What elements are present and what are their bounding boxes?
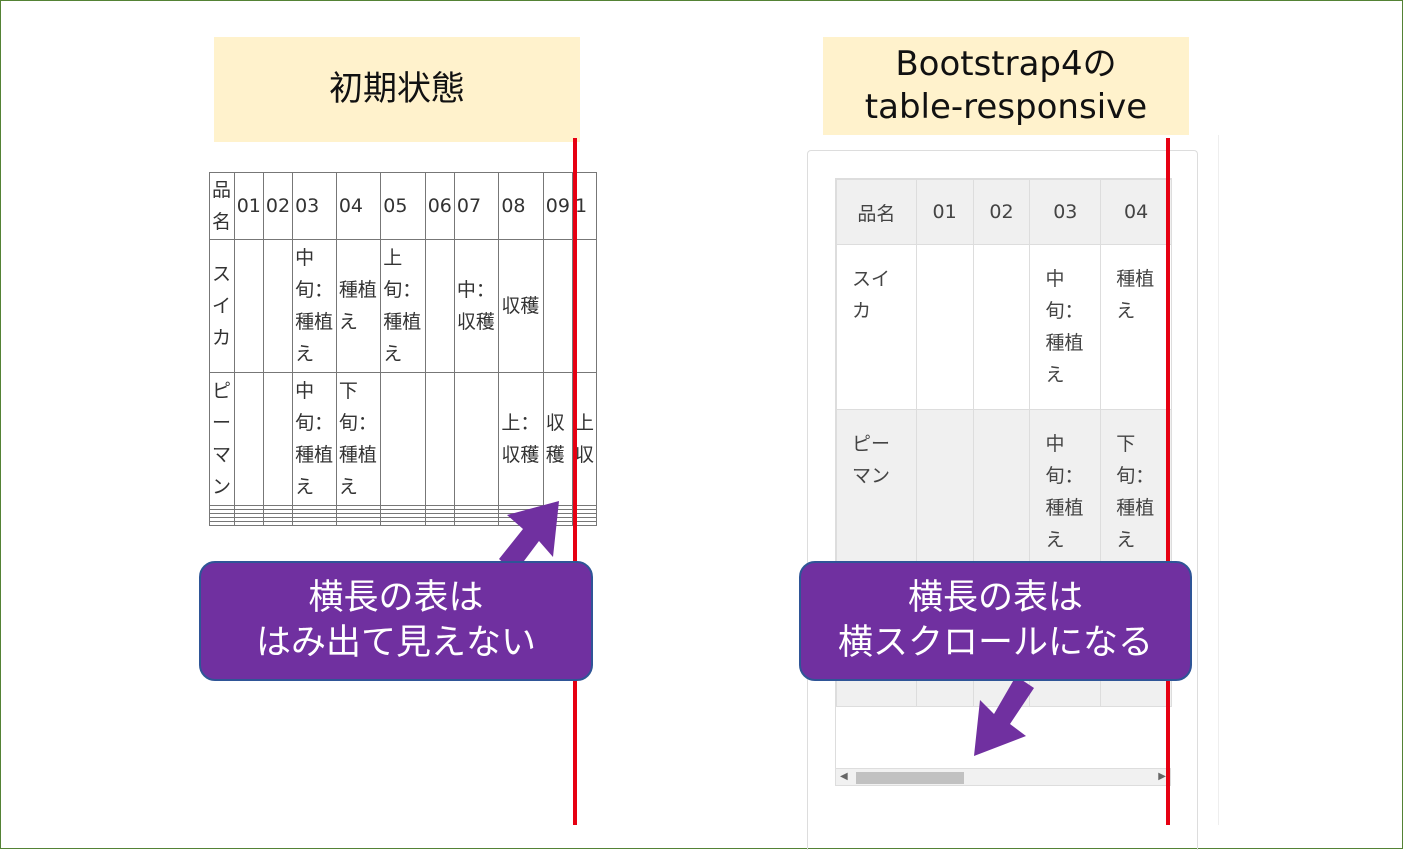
raw-cell: 上：収穫 — [498, 372, 544, 506]
bs-header-cell: 03 — [1029, 179, 1102, 245]
raw-cell: 収穫 — [542, 372, 573, 506]
card-edge — [1218, 135, 1219, 825]
bs-cell — [915, 409, 974, 575]
raw-cell: 中旬：種植え — [292, 239, 337, 373]
left-title-text: 初期状態 — [329, 69, 465, 109]
bs-cell: 中旬：種植え — [1029, 244, 1102, 410]
raw-cell: 種植え — [335, 239, 382, 373]
right-callout-line1: 横長の表は — [907, 578, 1083, 618]
bs-cell: 中旬：種植え — [1029, 409, 1102, 575]
bs-table-row: ピーマン 中旬：種植え 下旬：種植え — [836, 409, 1172, 575]
left-callout-line2: はみ出て見えない — [255, 623, 536, 663]
raw-header-cell: 07 — [453, 172, 500, 240]
bs-cell — [915, 244, 974, 410]
right-callout-line2: 横スクロールになる — [837, 623, 1153, 663]
triangle-right-icon[interactable]: ▶ — [1158, 772, 1166, 782]
bs-cell: 種植え — [1100, 244, 1172, 410]
bs-cell: スイカ — [836, 244, 917, 410]
right-viewport-edge-line — [1166, 138, 1170, 825]
raw-cell — [424, 239, 455, 373]
raw-table-row: ピーマン 中旬：種植え 下旬：種植え 上：収穫 収穫 上収 — [209, 372, 597, 506]
raw-cell — [542, 239, 573, 373]
raw-cell — [380, 372, 426, 506]
raw-header-row: 品名 01 02 03 04 05 06 07 08 09 1 — [209, 172, 597, 240]
bs-header-row: 品名 01 02 03 04 — [836, 179, 1172, 245]
raw-cell — [424, 372, 455, 506]
raw-header-cell: 08 — [498, 172, 544, 240]
left-panel-title: 初期状態 — [214, 37, 580, 142]
raw-cell: 下旬：種植え — [335, 372, 382, 506]
raw-table: 品名 01 02 03 04 05 06 07 08 09 1 スイカ 中旬：種… — [209, 172, 597, 526]
right-title-line2: table-responsive — [864, 87, 1148, 127]
raw-header-cell: 09 — [542, 172, 573, 240]
raw-cell — [233, 239, 264, 373]
raw-header-cell: 05 — [380, 172, 426, 240]
raw-cell — [262, 372, 294, 506]
left-viewport-edge-line — [573, 138, 577, 825]
horizontal-scrollbar[interactable]: ◀ ▶ — [835, 768, 1171, 786]
raw-cell: 中：収穫 — [453, 239, 500, 373]
raw-header-cell: 02 — [262, 172, 294, 240]
right-title-line1: Bootstrap4の — [895, 44, 1117, 84]
bs-header-cell: 04 — [1100, 179, 1172, 245]
raw-cell — [233, 372, 264, 506]
raw-cell: スイカ — [209, 239, 235, 373]
triangle-left-icon[interactable]: ◀ — [840, 772, 848, 782]
bs-header-cell: 品名 — [836, 179, 917, 245]
bs-table-row: スイカ 中旬：種植え 種植え — [836, 244, 1172, 410]
raw-cell — [453, 372, 500, 506]
bs-cell — [972, 409, 1031, 575]
bs-cell: 下旬：種植え — [1100, 409, 1172, 575]
raw-cell: 上旬：種植え — [380, 239, 426, 373]
bs-header-cell: 02 — [972, 179, 1031, 245]
right-panel-title: Bootstrap4の table-responsive — [823, 37, 1189, 135]
raw-cell — [262, 239, 294, 373]
bs-cell — [972, 244, 1031, 410]
left-callout: 横長の表は はみ出て見えない — [199, 561, 593, 681]
raw-header-cell: 品名 — [209, 172, 235, 240]
raw-cell: 収穫 — [498, 239, 544, 373]
raw-header-cell: 01 — [233, 172, 264, 240]
bs-cell: ピーマン — [836, 409, 917, 575]
raw-header-cell: 03 — [292, 172, 337, 240]
arrow-down-left-icon — [974, 676, 1034, 756]
left-callout-line1: 横長の表は — [308, 578, 484, 618]
scrollbar-thumb[interactable] — [856, 772, 964, 784]
bs-header-cell: 01 — [915, 179, 974, 245]
raw-cell: ピーマン — [209, 372, 235, 506]
right-callout: 横長の表は 横スクロールになる — [799, 561, 1192, 681]
raw-cell: 中旬：種植え — [292, 372, 337, 506]
raw-table-row: スイカ 中旬：種植え 種植え 上旬：種植え 中：収穫 収穫 — [209, 239, 597, 373]
raw-header-cell: 06 — [424, 172, 455, 240]
raw-table-viewport: 品名 01 02 03 04 05 06 07 08 09 1 スイカ 中旬：種… — [209, 172, 597, 538]
raw-header-cell: 04 — [335, 172, 382, 240]
